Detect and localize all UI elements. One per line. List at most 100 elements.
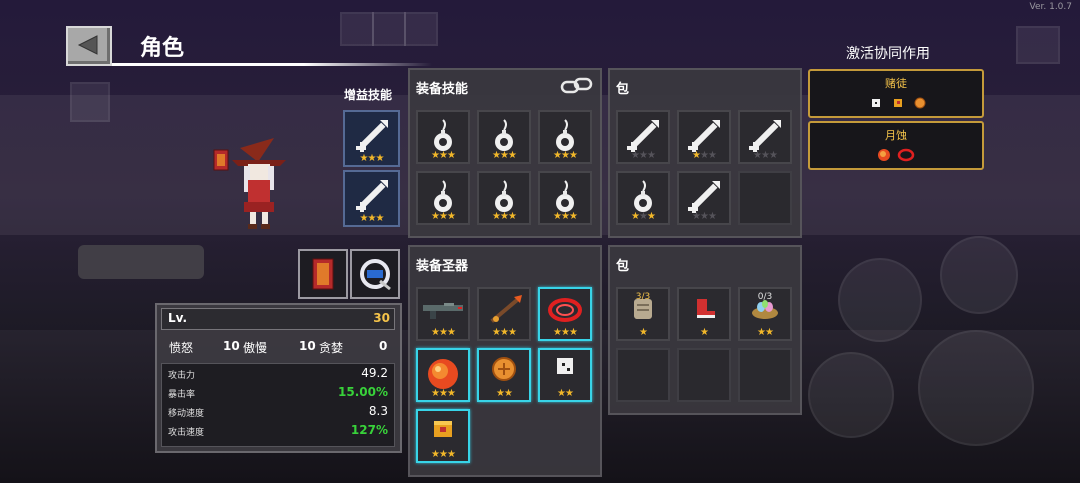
synergy-card-eclipse[interactable]: 月蚀 — [808, 121, 984, 170]
page-title: 角色 — [140, 36, 185, 61]
red-ring-icon — [897, 148, 915, 162]
star-rating: ★★★ — [359, 213, 385, 224]
star-rating: ★★★ — [492, 150, 517, 161]
bag-skill-slot[interactable]: ★★★ — [616, 171, 670, 225]
equipped-relic-slot[interactable]: ★★ — [477, 348, 531, 402]
bg-skill-button — [808, 352, 894, 438]
equipped-skill-slot[interactable]: ★★★ — [538, 171, 592, 225]
gold-cube-icon — [894, 99, 902, 107]
title-underline — [112, 63, 432, 66]
bg-skill-button — [838, 258, 922, 342]
equipped-relic-slot[interactable]: ★★ — [538, 348, 592, 402]
stat-label: 暴击率 — [168, 390, 196, 400]
star-rating: ★★★ — [631, 211, 656, 222]
stat-row-attack: 攻击力 49.2 — [168, 366, 388, 386]
stat-label: 攻击力 — [168, 371, 196, 381]
sin-label-greed: 贪婪 — [319, 341, 344, 355]
buff-skill-slot[interactable]: ★★★ — [343, 110, 400, 167]
bg-hud-slot — [404, 12, 438, 46]
star-rating: ★★★ — [431, 388, 456, 399]
bag-skill-slot[interactable]: ★★★ — [616, 110, 670, 164]
bag-relic-slot[interactable]: 3/3 ★ — [616, 287, 670, 341]
bag-relic-slot[interactable]: 0/3 ★★ — [738, 287, 792, 341]
stat-value: 8.3 — [368, 404, 388, 418]
stats-panel: Lv. 30 愤怒 10 傲慢 10 贪婪 0 攻击力 49.2 暴击率 15.… — [155, 303, 402, 453]
red-ring-icon — [540, 293, 590, 327]
level-label: Lv. — [168, 311, 188, 325]
equipped-relic-slot[interactable]: ★★★ — [416, 348, 470, 402]
star-rating: ★★★ — [359, 153, 385, 164]
equipped-relic-slot[interactable]: ★★★ — [477, 287, 531, 341]
bag-skill-slot[interactable]: ★★★ — [677, 171, 731, 225]
relic-bag-panel: 包 3/3 ★ ★ 0/3 ★★ — [608, 245, 802, 415]
back-button[interactable] — [66, 26, 112, 66]
star-rating: ★★ — [557, 388, 574, 399]
bag-skill-slot[interactable]: ★★★ — [738, 110, 792, 164]
equipped-skill-slot[interactable]: ★★★ — [477, 171, 531, 225]
bag-skill-slot — [738, 171, 792, 225]
bg-attack-button — [918, 330, 1034, 446]
bag-skill-slot[interactable]: ★★★ — [677, 110, 731, 164]
version-label: Ver. 1.0.7 — [1029, 2, 1073, 12]
bg-hud-slot — [1016, 26, 1060, 64]
equipped-skill-slot[interactable]: ★★★ — [416, 171, 470, 225]
star-rating: ★★★ — [431, 449, 456, 460]
coin-icon — [479, 354, 529, 384]
stat-row-attack-speed: 攻击速度 127% — [168, 423, 388, 443]
skill-bag-title: 包 — [616, 82, 630, 97]
star-rating: ★★★ — [692, 211, 717, 222]
star-rating: ★ — [700, 327, 709, 338]
equipped-relic-slot[interactable]: ★★★ — [416, 409, 470, 463]
skill-bag-panel: 包 ★★★ ★★★ ★★★ ★★★ ★★★ — [608, 68, 802, 238]
fire-orb-icon — [878, 149, 890, 161]
bag-relic-slot — [738, 348, 792, 402]
equipped-relics-title: 装备圣器 — [416, 259, 469, 274]
star-rating: ★★★ — [492, 327, 517, 338]
star-rating: ★★★ — [553, 150, 578, 161]
chain-link-icon[interactable] — [560, 76, 594, 96]
synergy-name: 赌徒 — [885, 77, 907, 90]
arrow-buff-icon — [345, 176, 398, 216]
bg-hud-slot — [340, 12, 374, 46]
equipped-relic-slot[interactable]: ★★★ — [416, 287, 470, 341]
sin-value-wrath: 10 — [223, 339, 240, 353]
synergy-card-gambler[interactable]: 赌徒 — [808, 69, 984, 118]
level-box: Lv. 30 — [161, 308, 395, 330]
bag-relic-slot — [616, 348, 670, 402]
bg-skill-button — [940, 236, 1018, 314]
character-pet-slot[interactable] — [350, 249, 400, 299]
stack-count: 0/3 — [757, 292, 773, 302]
character-weapon-slot[interactable] — [298, 249, 348, 299]
sin-value-greed: 0 — [379, 339, 388, 353]
equipped-relic-slot[interactable]: ★★★ — [538, 287, 592, 341]
star-rating: ★★★ — [753, 150, 778, 161]
stat-value: 127% — [350, 423, 388, 437]
star-rating: ★★★ — [553, 211, 578, 222]
star-rating: ★★★ — [692, 150, 717, 161]
bg-hud-slot — [372, 12, 406, 46]
stat-label: 攻击速度 — [168, 428, 205, 438]
equipped-skills-panel: 装备技能 ★★★ ★★★ ★★★ ★★★ ★★★ ★★★ — [408, 68, 602, 238]
sin-label-wrath: 愤怒 — [169, 341, 194, 355]
bg-hud-slot — [70, 82, 110, 122]
equipped-skill-slot[interactable]: ★★★ — [416, 110, 470, 164]
star-rating: ★★★ — [431, 327, 456, 338]
witch-character-sprite — [212, 128, 292, 236]
equipped-skill-slot[interactable]: ★★★ — [477, 110, 531, 164]
equipped-relics-panel: 装备圣器 ★★★ ★★★ ★★★ ★★★ ★★ ★★ ★★★ — [408, 245, 602, 477]
equipped-skill-slot[interactable]: ★★★ — [538, 110, 592, 164]
red-boot-icon — [679, 293, 729, 323]
level-value: 30 — [373, 311, 390, 325]
synergy-title: 激活协同作用 — [846, 46, 930, 62]
stat-list: 攻击力 49.2 暴击率 15.00% 移动速度 8.3 攻击速度 127% — [161, 363, 395, 447]
bg-tooltip-pill — [78, 245, 204, 279]
stat-label: 移动速度 — [168, 409, 205, 419]
buff-skill-slot[interactable]: ★★★ — [343, 170, 400, 227]
stack-count: 3/3 — [635, 292, 651, 302]
bag-relic-slot[interactable]: ★ — [677, 287, 731, 341]
gold-cube-icon — [418, 415, 468, 441]
star-rating: ★★ — [757, 327, 774, 338]
arrow-buff-icon — [345, 116, 398, 156]
bag-relic-slot — [677, 348, 731, 402]
relic-bag-title: 包 — [616, 259, 630, 274]
